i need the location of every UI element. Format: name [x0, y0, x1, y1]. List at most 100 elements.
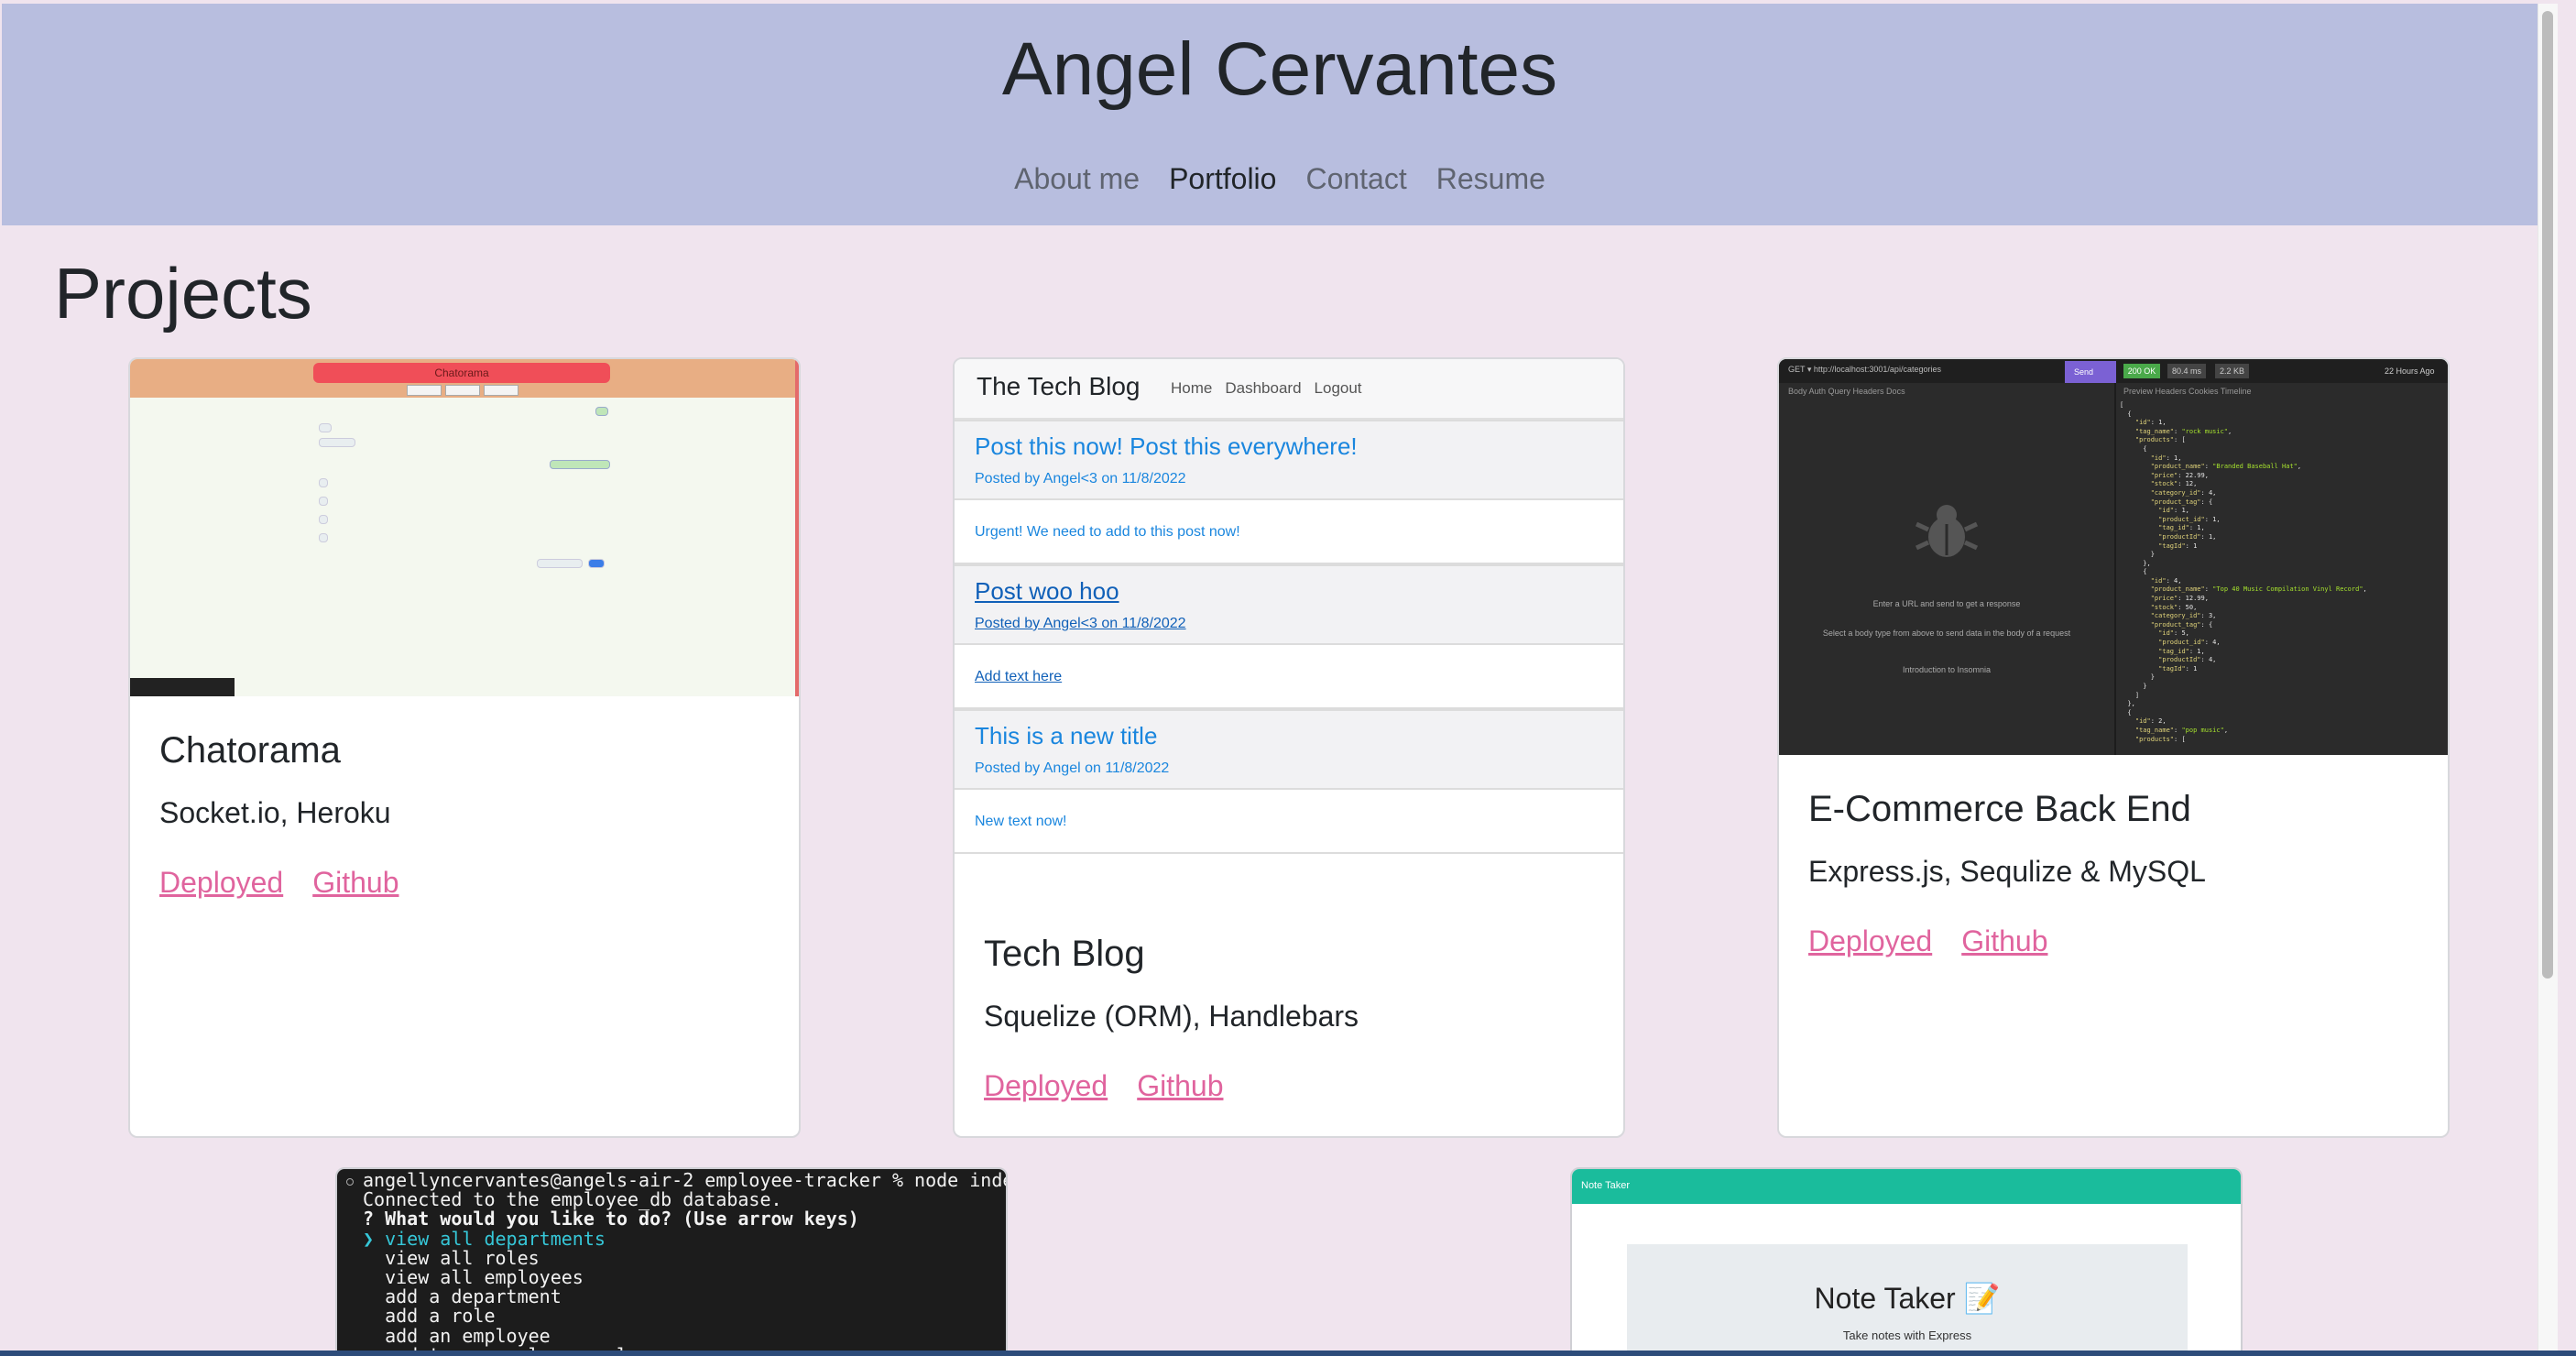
thumb-bubble — [319, 438, 355, 447]
card-title: Chatorama — [159, 730, 341, 771]
terminal-line: view all roles — [363, 1246, 540, 1269]
thumb-bubble — [319, 478, 328, 487]
github-link[interactable]: Github — [1961, 920, 2047, 962]
thumb-subheading: Take notes with Express — [1842, 1329, 1972, 1342]
github-link[interactable]: Github — [1137, 1065, 1223, 1107]
thumb-button — [407, 385, 442, 396]
project-card-note-taker: Note Taker Note Taker 📝 Take notes with … — [1570, 1167, 2243, 1356]
thumb-post-header: This is a new title Posted by Angel on 1… — [955, 709, 1623, 790]
project-screenshot: GET ▾ http://localhost:3001/api/categori… — [1779, 359, 2448, 755]
terminal-line: add a role — [363, 1305, 496, 1328]
thumb-button — [484, 385, 518, 396]
terminal-line: view all employees — [363, 1266, 584, 1289]
thumb-post-text: Urgent! We need to add to this post now! — [975, 524, 1240, 540]
card-tech: Squelize (ORM), Handlebars — [984, 1000, 1359, 1033]
project-screenshot: Note Taker Note Taker 📝 Take notes with … — [1572, 1169, 2241, 1356]
terminal-line: Connected to the employee_db database. — [363, 1188, 782, 1211]
thumb-right-tabs: Preview Headers Cookies Timeline — [2123, 387, 2252, 396]
thumb-hint: Enter a URL and send to get a response — [1872, 599, 2021, 608]
thumb-url: GET ▾ http://localhost:3001/api/categori… — [1788, 365, 1941, 374]
thumb-navbar: Note Taker — [1572, 1169, 2241, 1204]
card-tech: Socket.io, Heroku — [159, 796, 391, 829]
nav-resume[interactable]: Resume — [1436, 156, 1545, 202]
section-title: Projects — [54, 253, 312, 334]
nav-about-me[interactable]: About me — [1014, 156, 1140, 202]
thumb-url-bar: GET ▾ http://localhost:3001/api/categori… — [1779, 359, 2448, 383]
thumb-post-meta: Posted by Angel on 11/8/2022 — [975, 760, 1170, 776]
main-nav: About me Portfolio Contact Resume — [2, 156, 2558, 202]
thumb-post-text: Add text here — [975, 669, 1063, 684]
thumb-hint-link: Introduction to Insomnia — [1902, 665, 1992, 674]
thumb-status: 200 OK — [2123, 364, 2160, 378]
project-screenshot: angellyncervantes@angels-air-2 employee-… — [337, 1169, 1008, 1356]
thumb-json-response: [ { "id": 1, "tag_name": "rock music", "… — [2120, 401, 2367, 743]
project-card-tech-blog: The Tech Blog Home Dashboard Logout Post… — [953, 357, 1625, 1138]
card-links: Deployed Github — [159, 861, 770, 903]
scrollbar-track[interactable] — [2538, 4, 2558, 1356]
thumb-button — [445, 385, 480, 396]
card-tech: Express.js, Sequlize & MySQL — [1808, 855, 2206, 888]
project-card-ecommerce: GET ▾ http://localhost:3001/api/categori… — [1777, 357, 2450, 1138]
thumb-divider — [2114, 383, 2116, 755]
deployed-link[interactable]: Deployed — [984, 1065, 1108, 1107]
thumb-post-header: Post this now! Post this everywhere! Pos… — [955, 420, 1623, 500]
thumb-nav-logout: Logout — [1314, 379, 1362, 397]
thumb-dock — [130, 678, 235, 696]
card-title: E-Commerce Back End — [1808, 789, 2191, 829]
thumb-post-text: New text now! — [975, 814, 1067, 829]
nav-portfolio[interactable]: Portfolio — [1169, 156, 1276, 202]
thumb-bubble — [550, 460, 610, 469]
thumb-post-title: Post this now! Post this everywhere! — [975, 432, 1358, 460]
terminal-line: angellyncervantes@angels-air-2 employee-… — [363, 1169, 1008, 1191]
thumb-hint: Select a body type from above to send da… — [1822, 629, 2071, 638]
thumb-nav-home: Home — [1171, 379, 1213, 397]
project-screenshot: Chatorama — [130, 359, 799, 696]
thumb-bubble — [319, 515, 328, 524]
project-card-chatorama: Chatorama Chatorama Socket.io, Heroku De… — [128, 357, 801, 1138]
thumb-size: 2.2 KB — [2215, 364, 2250, 378]
thumb-ago: 22 Hours Ago — [2385, 366, 2435, 376]
card-links: Deployed Github — [1808, 920, 2418, 962]
terminal-line: ❯ view all departments — [363, 1227, 606, 1250]
page: Angel Cervantes About me Portfolio Conta… — [2, 4, 2558, 1356]
bug-icon — [1915, 505, 1979, 557]
thumb-method: GET — [1788, 365, 1806, 374]
thumb-terminal-output: angellyncervantes@angels-air-2 employee-… — [363, 1169, 1008, 1356]
card-body: Tech Blog Squelize (ORM), Handlebars Dep… — [984, 929, 1594, 1107]
github-link[interactable]: Github — [312, 861, 398, 903]
thumb-url-text: http://localhost:3001/api/categories — [1813, 365, 1941, 374]
thumb-send-button: Send — [2065, 361, 2116, 383]
thumb-navbar: The Tech Blog Home Dashboard Logout — [955, 359, 1623, 420]
deployed-link[interactable]: Deployed — [159, 861, 283, 903]
thumb-post-body: New text now! — [955, 792, 1623, 854]
project-screenshot: The Tech Blog Home Dashboard Logout Post… — [955, 359, 1623, 854]
thumb-heading: Note Taker 📝 — [1814, 1282, 2001, 1315]
card-body: Chatorama Socket.io, Heroku Deployed Git… — [159, 726, 770, 903]
terminal-prompt-icon — [346, 1178, 354, 1186]
project-card-employee-tracker: angellyncervantes@angels-air-2 employee-… — [335, 1167, 1008, 1356]
thumb-post-header: Post woo hoo Posted by Angel<3 on 11/8/2… — [955, 564, 1623, 645]
thumb-post-meta: Posted by Angel<3 on 11/8/2022 — [975, 471, 1186, 487]
deployed-link[interactable]: Deployed — [1808, 920, 1932, 962]
thumb-jumbotron: Note Taker 📝 Take notes with Express — [1627, 1244, 2188, 1356]
terminal-line: ? What would you like to do? (Use arrow … — [363, 1208, 859, 1230]
nav-contact[interactable]: Contact — [1305, 156, 1406, 202]
window-bottom-edge — [0, 1351, 2576, 1356]
thumb-post-title: Post woo hoo — [975, 577, 1119, 605]
thumb-banner: Chatorama — [313, 363, 610, 383]
thumb-send — [588, 559, 605, 568]
site-title: Angel Cervantes — [1001, 27, 1558, 111]
thumb-brand: The Tech Blog — [977, 372, 1141, 400]
site-header: Angel Cervantes About me Portfolio Conta… — [2, 4, 2558, 225]
thumb-post-meta: Posted by Angel<3 on 11/8/2022 — [975, 616, 1186, 631]
thumb-brand: Note Taker — [1581, 1180, 1630, 1191]
thumb-input — [537, 559, 583, 568]
thumb-left-tabs: Body Auth Query Headers Docs — [1788, 387, 1905, 396]
card-links: Deployed Github — [984, 1065, 1594, 1107]
thumb-time: 80.4 ms — [2167, 364, 2207, 378]
scrollbar-thumb[interactable] — [2542, 11, 2553, 979]
thumb-nav-links: Home Dashboard Logout — [1171, 379, 1362, 398]
terminal-line: add a department — [363, 1285, 562, 1308]
terminal-line: add an employee — [363, 1324, 551, 1347]
thumb-bubble — [595, 407, 608, 416]
